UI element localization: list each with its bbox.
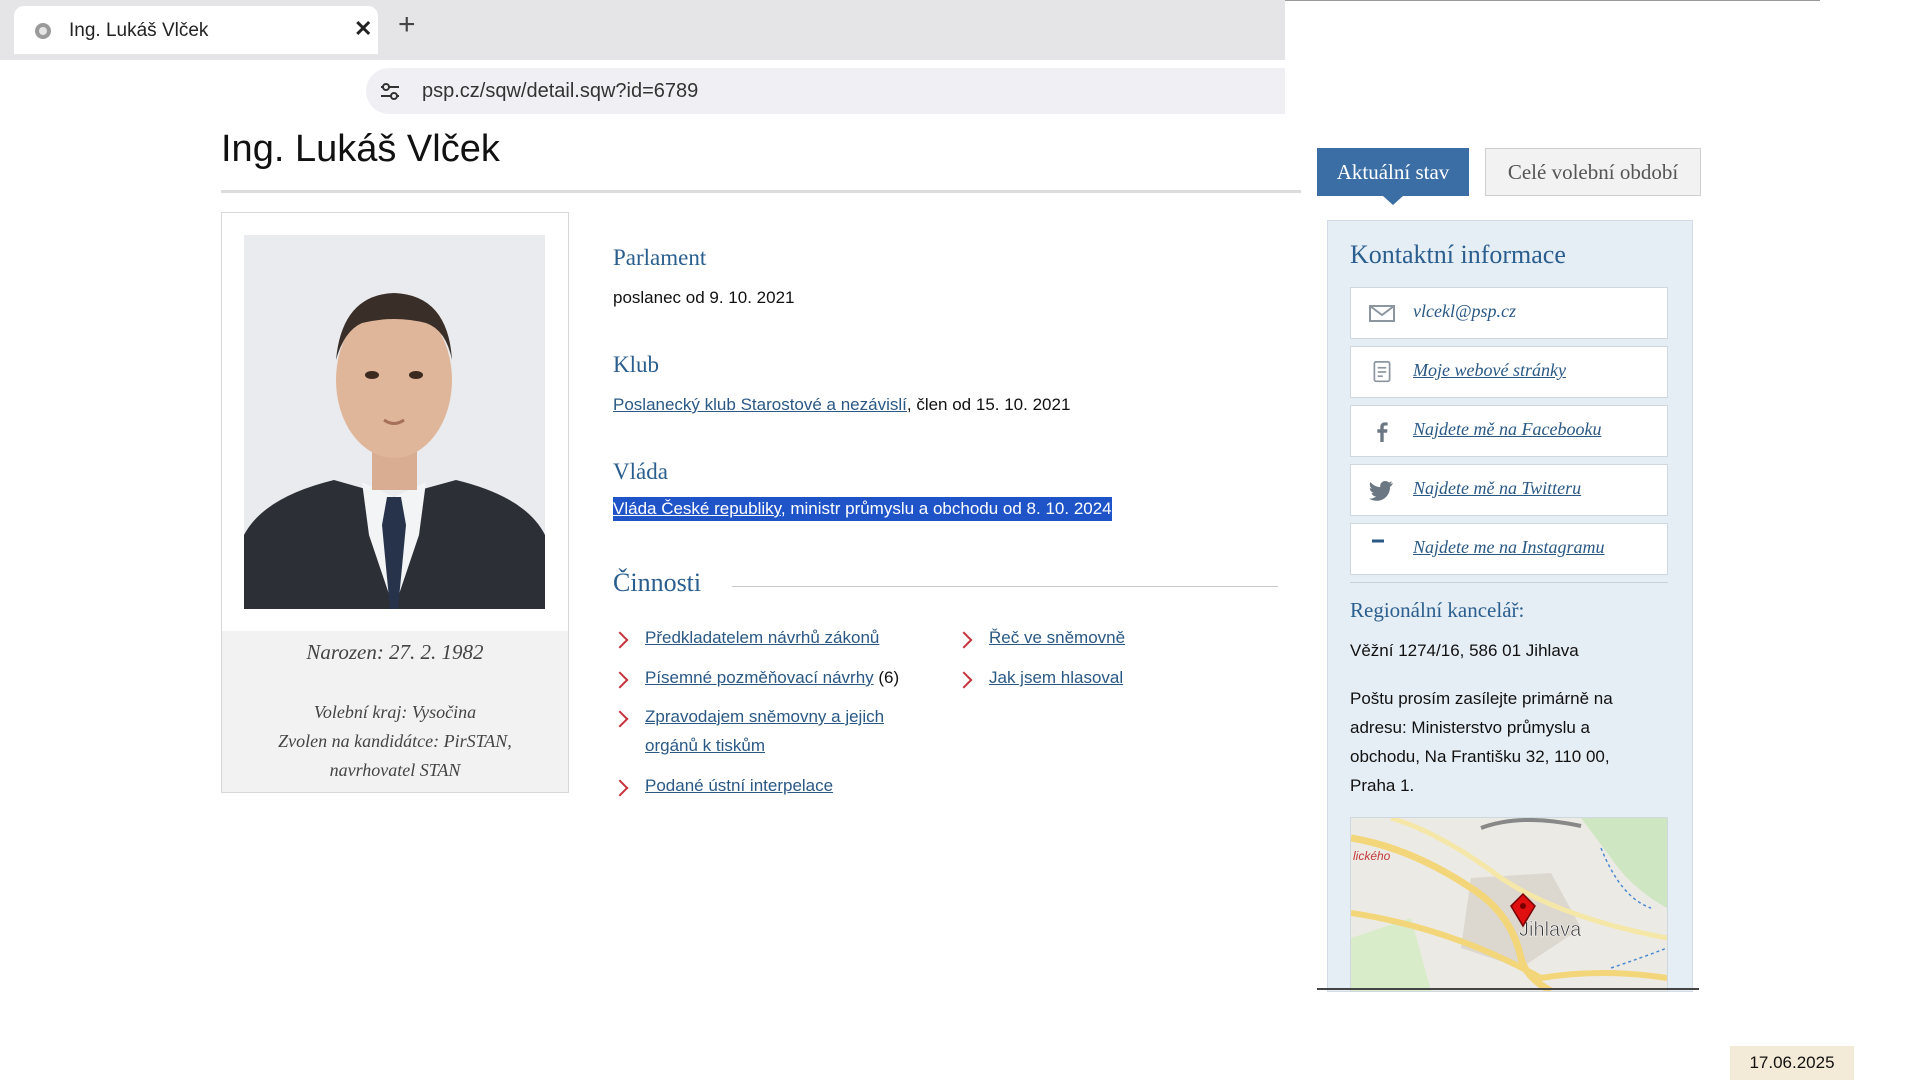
- page-title: Ing. Lukáš Vlček: [221, 128, 500, 170]
- club-heading: Klub: [613, 352, 659, 377]
- activity-item[interactable]: Předkladatelem návrhů zákonů: [645, 623, 879, 652]
- activity-link-rapporteur-cont[interactable]: orgánů k tiskům: [645, 731, 884, 760]
- browser-tab[interactable]: Ing. Lukáš Vlček ✕: [14, 6, 378, 54]
- panel-bottom-rule: [1317, 988, 1699, 990]
- activity-item[interactable]: Zpravodajem sněmovny a jejich orgánů k t…: [645, 702, 884, 760]
- activities-divider: [732, 586, 1278, 587]
- birth-date: Narozen: 27. 2. 1982: [306, 640, 484, 664]
- chevron-right-icon: [611, 710, 629, 728]
- activities-heading: Činnosti: [613, 568, 702, 597]
- activity-item[interactable]: Podané ústní interpelace: [645, 771, 833, 800]
- tab-current-state[interactable]: Aktuální stav: [1317, 148, 1469, 196]
- club-membership: , člen od 15. 10. 2021: [906, 395, 1071, 414]
- twitter-link[interactable]: Najdete mě na Twitteru: [1413, 478, 1581, 499]
- activity-link-interpellations[interactable]: Podané ústní interpelace: [645, 776, 833, 795]
- tab-full-term[interactable]: Celé volební období: [1485, 148, 1701, 196]
- facebook-icon: [1377, 422, 1388, 442]
- nominated-by: navrhovatel STAN: [329, 760, 461, 780]
- profile-card: Narozen: 27. 2. 1982 Volební kraj: Vysoč…: [221, 212, 569, 793]
- contact-email[interactable]: vlcekl@psp.cz: [1350, 287, 1668, 339]
- activity-item[interactable]: Jak jsem hlasoval: [989, 663, 1123, 692]
- address-bar[interactable]: psp.cz/sqw/detail.sqw?id=6789: [366, 68, 1285, 114]
- election-info: Volební kraj: Vysočina Zvolen na kandidá…: [222, 698, 568, 785]
- contact-instagram[interactable]: Najdete me na Instagramu: [1350, 523, 1668, 575]
- title-divider: [221, 190, 1301, 193]
- activity-link-amendments[interactable]: Písemné pozměňovací návrhy: [645, 668, 874, 687]
- tab-title: Ing. Lukáš Vlček: [69, 20, 209, 41]
- chevron-right-icon: [955, 671, 973, 689]
- site-settings-icon[interactable]: [379, 82, 401, 102]
- regional-office-address: Věžní 1274/16, 586 01 Jihlava: [1350, 641, 1579, 660]
- contact-facebook[interactable]: Najdete mě na Facebooku: [1350, 405, 1668, 457]
- constituency: Volební kraj: Vysočina: [313, 702, 477, 722]
- activity-link-votes[interactable]: Jak jsem hlasoval: [989, 668, 1123, 687]
- regional-office-heading: Regionální kancelář:: [1350, 598, 1525, 622]
- tab-close-icon[interactable]: ✕: [354, 16, 372, 42]
- activity-item[interactable]: Písemné pozměňovací návrhy (6): [645, 663, 899, 692]
- document-icon: [1373, 361, 1391, 383]
- club-line: Poslanecký klub Starostové a nezávislí, …: [613, 395, 1070, 415]
- activity-link-rapporteur[interactable]: Zpravodajem sněmovny a jejich: [645, 702, 884, 731]
- instagram-link[interactable]: Najdete me na Instagramu: [1413, 537, 1604, 558]
- facebook-link[interactable]: Najdete mě na Facebooku: [1413, 419, 1601, 440]
- email-text[interactable]: vlcekl@psp.cz: [1413, 301, 1516, 322]
- site-favicon-icon: [35, 23, 51, 39]
- url-text[interactable]: psp.cz/sqw/detail.sqw?id=6789: [422, 80, 698, 103]
- parliament-heading: Parlament: [613, 245, 707, 270]
- contact-website[interactable]: Moje webové stránky: [1350, 346, 1668, 398]
- panel-divider: [1350, 582, 1668, 583]
- chevron-right-icon: [611, 631, 629, 649]
- mail-note: Poštu prosím zasílejte primárně na adres…: [1350, 689, 1613, 795]
- contact-heading: Kontaktní informace: [1350, 240, 1566, 269]
- activity-item[interactable]: Řeč ve sněmovně: [989, 623, 1125, 652]
- chevron-right-icon: [611, 779, 629, 797]
- government-role: , ministr průmyslu a obchodu od 8. 10. 2…: [780, 499, 1112, 518]
- office-map[interactable]: lického Jihlava: [1350, 817, 1668, 992]
- chevron-right-icon: [955, 631, 973, 649]
- envelope-icon: [1369, 305, 1395, 322]
- map-label-left: lického: [1353, 849, 1391, 863]
- instagram-icon: [1372, 539, 1384, 543]
- club-link[interactable]: Poslanecký klub Starostové a nezávislí: [613, 395, 907, 414]
- twitter-icon: [1369, 481, 1393, 501]
- candidate-list: Zvolen na kandidátce: PirSTAN,: [278, 731, 512, 751]
- active-tab-arrow: [1383, 196, 1403, 205]
- profile-photo: [244, 235, 545, 609]
- amendments-count: (6): [873, 668, 900, 687]
- taskbar-date: 17.06.2025: [1730, 1046, 1854, 1080]
- new-tab-plus-icon[interactable]: +: [398, 10, 416, 40]
- activity-link-bills[interactable]: Předkladatelem návrhů zákonů: [645, 628, 879, 647]
- government-link[interactable]: Vláda České republiky: [613, 499, 781, 518]
- map-label-city: Jihlava: [1519, 919, 1582, 941]
- government-line: Vláda České republiky, ministr průmyslu …: [613, 497, 1112, 521]
- activity-link-speeches[interactable]: Řeč ve sněmovně: [989, 628, 1125, 647]
- website-link[interactable]: Moje webové stránky: [1413, 360, 1566, 381]
- parliament-text: poslanec od 9. 10. 2021: [613, 288, 795, 307]
- contact-twitter[interactable]: Najdete mě na Twitteru: [1350, 464, 1668, 516]
- government-heading: Vláda: [613, 459, 668, 484]
- top-edge-line: [1285, 0, 1820, 1]
- chevron-right-icon: [611, 671, 629, 689]
